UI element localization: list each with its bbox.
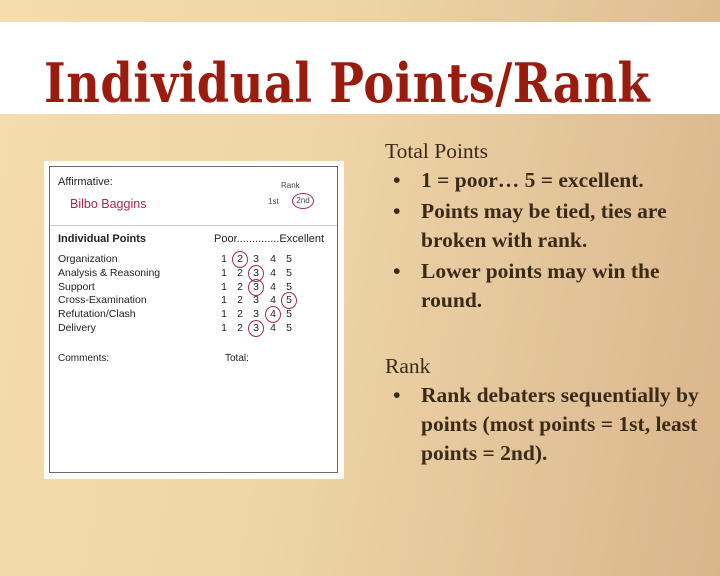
rank-option-2nd-circled: 2nd: [292, 193, 314, 209]
score-option: 1: [221, 294, 227, 307]
criterion-name: Delivery: [58, 321, 96, 334]
score-option: 2: [237, 280, 243, 293]
rank-heading: Rank: [385, 354, 431, 378]
score-circled: 2: [232, 251, 248, 268]
bullet-text: Rank debaters sequentially by points (mo…: [421, 383, 699, 465]
slide-title: Individual Points/Rank: [44, 51, 651, 115]
score-option: 5: [286, 280, 292, 293]
score-option: 1: [221, 308, 227, 321]
rank-label: Rank: [281, 181, 300, 190]
bullet-icon: •: [393, 168, 401, 192]
bullet-text: Points may be tied, ties are broken with…: [421, 199, 667, 252]
criterion-row: Organization 1 2 3 4 5: [58, 251, 328, 268]
score-circled: 3: [248, 319, 264, 337]
rank-option-1st: 1st: [268, 197, 279, 206]
score-option: 5: [286, 321, 292, 334]
criterion-row: Cross-Examination 1 2 3 4 5: [58, 292, 328, 310]
bullet-icon: •: [393, 383, 401, 407]
bullet-text: 1 = poor… 5 = excellent.: [421, 168, 644, 192]
bullet-item: • 1 = poor… 5 = excellent.: [385, 166, 715, 195]
title-band: Individual Points/Rank: [0, 22, 720, 115]
score-option: 1: [221, 321, 227, 334]
score-option: 5: [286, 266, 292, 279]
scale-label: Poor..............Excellent: [214, 233, 325, 245]
score-option: 1: [221, 253, 227, 265]
criterion-row: Analysis & Reasoning 1 2 3 4 5: [58, 264, 328, 282]
explanation-panel: Total Points • 1 = poor… 5 = excellent. • P…: [385, 136, 715, 470]
criterion-name: Support: [58, 280, 95, 293]
score-option: 4: [270, 266, 276, 279]
score-option: 4: [270, 294, 276, 307]
criterion-row: Refutation/Clash 1 2 3 4 5: [58, 306, 328, 324]
score-option: 2: [237, 294, 243, 307]
bullet-icon: •: [393, 259, 401, 283]
score-option: 4: [270, 253, 276, 265]
rank-bullets: • Rank debaters sequentially by points (m…: [385, 381, 715, 468]
bullet-item: • Points may be tied, ties are broken wit…: [385, 197, 715, 255]
comments-label: Comments:: [58, 353, 110, 364]
criterion-row: Delivery 1 2 3 4 5: [58, 319, 328, 337]
divider: [50, 225, 337, 226]
score-circled: 4: [265, 306, 281, 324]
criterion-name: Organization: [58, 253, 118, 265]
criterion-name: Cross-Examination: [58, 294, 147, 307]
score-option: 4: [270, 280, 276, 293]
score-option: 1: [221, 280, 227, 293]
score-option: 2: [237, 266, 243, 279]
ballot-card: Affirmative: Bilbo Baggins Rank 1st 2nd …: [49, 166, 338, 473]
affirmative-label: Affirmative:: [58, 176, 113, 188]
score-option: 4: [270, 321, 276, 334]
score-circled: 3: [248, 278, 264, 296]
bullet-text: Lower points may win the round.: [421, 259, 660, 312]
score-option: 5: [286, 253, 292, 265]
bullet-icon: •: [393, 199, 401, 223]
total-points-bullets: • 1 = poor… 5 = excellent. • Points may be …: [385, 166, 715, 315]
total-label: Total:: [225, 353, 249, 364]
ballot-image: Affirmative: Bilbo Baggins Rank 1st 2nd …: [44, 161, 344, 479]
criteria-list: Organization 1 2 3 4 5 Analysis & Reasoning 1 2 3…: [58, 251, 328, 337]
individual-points-heading: Individual Points: [58, 233, 147, 245]
score-option: 3: [253, 308, 259, 321]
score-option: 2: [237, 308, 243, 321]
criterion-name: Refutation/Clash: [58, 308, 136, 321]
debater-name: Bilbo Baggins: [70, 197, 147, 211]
score-option: 3: [253, 294, 259, 307]
score-option: 2: [237, 321, 243, 334]
criterion-name: Analysis & Reasoning: [58, 266, 161, 279]
score-circled: 3: [248, 264, 264, 282]
score-option: 5: [286, 308, 292, 321]
score-circled: 5: [281, 292, 297, 310]
total-points-heading: Total Points: [385, 139, 489, 163]
bullet-item: • Lower points may win the round.: [385, 257, 715, 315]
bullet-item: • Rank debaters sequentially by points (m…: [385, 381, 715, 468]
score-option: 3: [253, 253, 259, 265]
score-option: 1: [221, 266, 227, 279]
